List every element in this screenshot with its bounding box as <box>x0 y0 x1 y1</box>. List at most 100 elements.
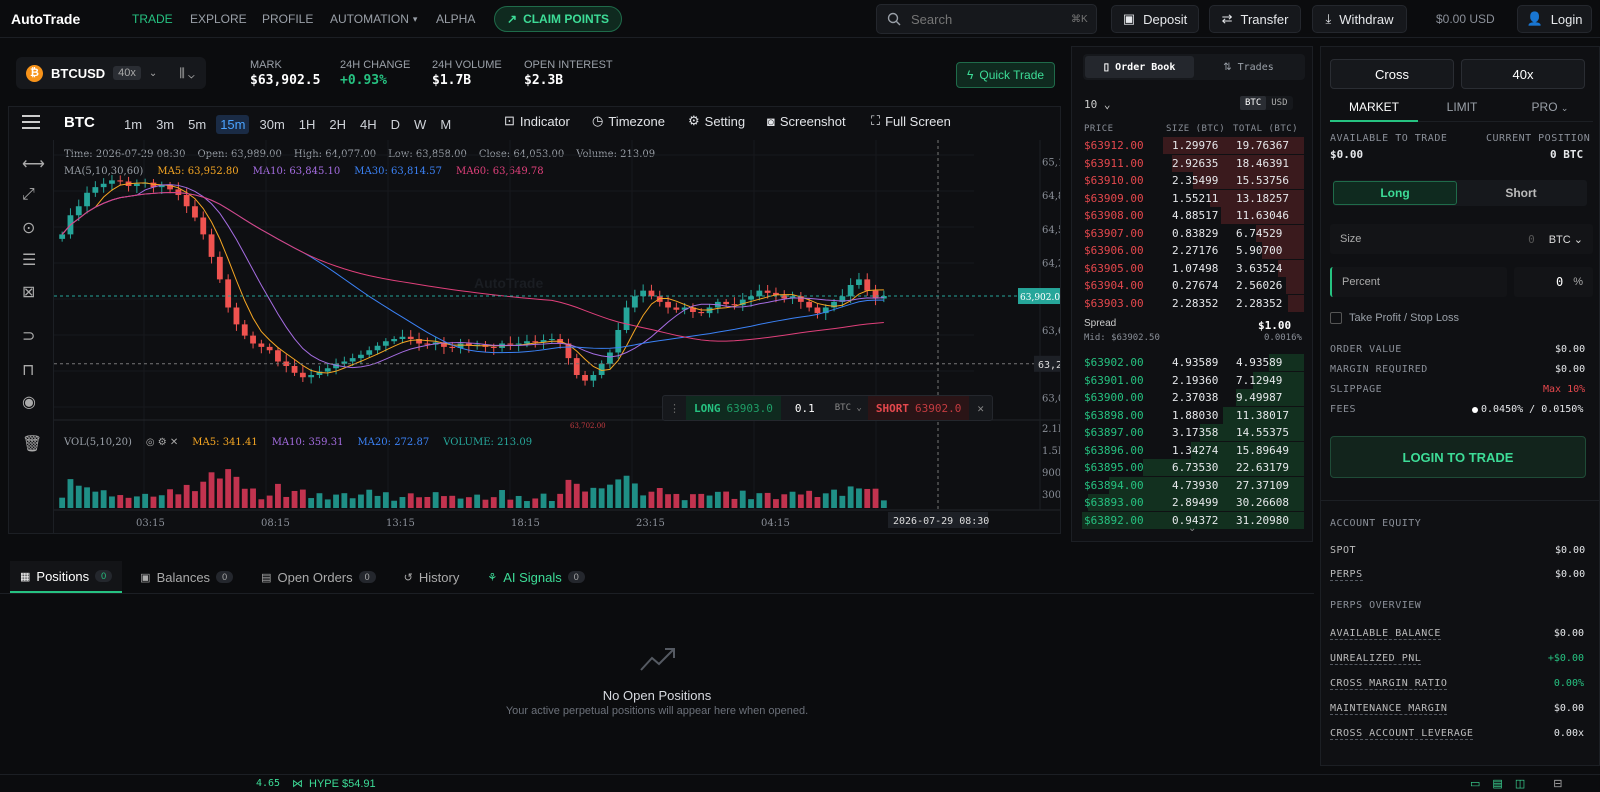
quick-long-button[interactable]: LONG 63903.0 <box>686 396 781 420</box>
timeframe-m[interactable]: M <box>436 115 455 134</box>
quick-trade-button[interactable]: ϟ Quick Trade <box>956 62 1056 88</box>
layout-1-icon[interactable]: ▭ <box>1470 777 1480 790</box>
indicator-button[interactable]: ⊡ Indicator <box>504 108 570 134</box>
quick-qty-input[interactable]: 0.1 <box>781 402 829 415</box>
account-row-label[interactable]: AVAILABLE BALANCE <box>1330 628 1441 640</box>
percent-input[interactable]: 0 % <box>1514 267 1593 297</box>
login-button[interactable]: 👤 Login <box>1517 5 1592 33</box>
unlock-icon[interactable]: ⊓ <box>22 360 34 380</box>
layout-3-icon[interactable]: ◫ <box>1515 777 1525 790</box>
tab-market[interactable]: MARKET <box>1330 100 1418 122</box>
tab-balances[interactable]: ▣ Balances 0 <box>130 561 243 593</box>
tab-open-orders[interactable]: ▤ Open Orders 0 <box>251 561 386 593</box>
chevron-down-icon[interactable]: ⌄ <box>1188 523 1196 534</box>
tab-limit[interactable]: LIMIT <box>1418 100 1506 114</box>
login-to-trade-button[interactable]: LOGIN TO TRADE <box>1330 436 1586 478</box>
volume-legend-icons[interactable]: ◎ ⚙ ✕ <box>146 437 178 448</box>
ask-row[interactable]: $63909.00 1.55211 13.18257 <box>1076 189 1304 207</box>
pattern-tool-icon[interactable]: ⊠ <box>22 282 35 302</box>
long-button[interactable]: Long <box>1333 181 1457 205</box>
bid-row[interactable]: $63894.00 4.73930 27.37109 <box>1076 476 1304 494</box>
eye-icon[interactable]: ◉ <box>22 392 36 412</box>
size-unit-select[interactable]: BTC ⌄ <box>1549 233 1583 246</box>
claim-points-button[interactable]: ↗ CLAIM POINTS <box>494 6 623 32</box>
ask-row[interactable]: $63910.00 2.35499 15.53756 <box>1076 172 1304 189</box>
ask-row[interactable]: $63906.00 2.27176 5.90700 <box>1076 242 1304 259</box>
tab-pro[interactable]: PRO ⌄ <box>1506 100 1594 114</box>
brand-logo[interactable]: AutoTrade <box>11 11 80 27</box>
timeframe-w[interactable]: W <box>410 115 430 134</box>
fibonacci-icon[interactable]: ☰ <box>22 250 36 270</box>
quick-short-button[interactable]: SHORT 63902.0 <box>867 396 970 420</box>
bid-row[interactable]: $63895.00 6.73530 22.63179 <box>1076 459 1304 476</box>
nav-trade[interactable]: TRADE <box>132 0 173 38</box>
bid-row[interactable]: $63893.00 2.89499 30.26608 <box>1076 494 1304 511</box>
horizontal-line-icon[interactable]: ⟷ <box>22 154 45 174</box>
fullscreen-button[interactable]: ⛶ Full Screen <box>871 108 951 134</box>
tab-trades[interactable]: ⇅ Trades <box>1194 56 1303 78</box>
ask-row[interactable]: $63911.00 2.92635 18.46391 <box>1076 154 1304 172</box>
bid-row[interactable]: $63901.00 2.19360 7.12949 <box>1076 371 1304 389</box>
circle-tool-icon[interactable]: ⊙ <box>22 218 35 238</box>
nav-automation[interactable]: AUTOMATION ▾ <box>330 0 417 38</box>
leverage-button[interactable]: 40x <box>1461 59 1585 89</box>
nav-alpha[interactable]: ALPHA <box>436 0 475 38</box>
quick-unit-select[interactable]: BTC ⌄ <box>829 403 868 413</box>
short-button[interactable]: Short <box>1457 181 1585 205</box>
size-input[interactable]: Size 0 BTC ⌄ <box>1330 224 1593 254</box>
layout-settings-icon[interactable]: ⊟ <box>1553 777 1562 790</box>
depth-select[interactable]: 10 ⌄ <box>1084 98 1111 111</box>
screenshot-button[interactable]: ◙ Screenshot <box>767 108 846 134</box>
layout-2-icon[interactable]: ▤ <box>1492 777 1502 790</box>
timeframe-30m[interactable]: 30m <box>255 115 288 134</box>
account-row-label[interactable]: CROSS ACCOUNT LEVERAGE <box>1330 728 1474 740</box>
unit-usd[interactable]: USD <box>1266 96 1292 110</box>
symbol-selector[interactable]: ₿ BTCUSD 40x ⌄ ⫼ ⌄ <box>16 57 206 89</box>
withdraw-button[interactable]: ⤓ Withdraw <box>1312 5 1407 33</box>
close-icon[interactable]: ✕ <box>969 402 992 415</box>
nav-explore[interactable]: EXPLORE <box>190 0 247 38</box>
tpsl-checkbox[interactable]: Take Profit / Stop Loss <box>1330 312 1459 324</box>
ask-row[interactable]: $63904.00 0.27674 2.56026 <box>1076 277 1304 294</box>
timezone-button[interactable]: ◷ Timezone <box>592 108 665 134</box>
search-box[interactable]: ⌘K <box>876 4 1097 34</box>
chart-type-icon[interactable]: ⫼ ⌄ <box>179 66 194 81</box>
account-row-label[interactable]: CROSS MARGIN RATIO <box>1330 678 1448 690</box>
tab-ai-signals[interactable]: ⚘ AI Signals 0 <box>477 561 594 593</box>
bid-row[interactable]: $63898.00 1.88030 11.38017 <box>1076 406 1304 424</box>
account-row-label[interactable]: MAINTENANCE MARGIN <box>1330 703 1448 715</box>
timeframe-d[interactable]: D <box>387 115 404 134</box>
ask-row[interactable]: $63903.00 2.28352 2.28352 <box>1076 294 1304 312</box>
ask-row[interactable]: $63912.00 1.29976 19.76367 <box>1076 137 1304 154</box>
timeframe-1m[interactable]: 1m <box>120 115 146 134</box>
ask-row[interactable]: $63907.00 0.83829 6.74529 <box>1076 224 1304 242</box>
price-chart[interactable]: 65,100.00 64,800.00 64,500.00 64,200.00 63,9… <box>54 140 1060 534</box>
bid-row[interactable]: $63900.00 2.37038 9.49987 <box>1076 389 1304 406</box>
nav-profile[interactable]: PROFILE <box>262 0 313 38</box>
percent-slider[interactable]: Percent <box>1330 267 1507 297</box>
drag-handle-icon[interactable]: ⋮ <box>663 402 686 415</box>
trend-line-icon[interactable]: ⤢ <box>22 186 35 204</box>
timeframe-3m[interactable]: 3m <box>152 115 178 134</box>
account-row-label[interactable]: UNREALIZED PNL <box>1330 653 1422 665</box>
bid-row[interactable]: $63902.00 4.93589 4.93589 <box>1076 354 1304 371</box>
timeframe-15m[interactable]: 15m <box>216 115 250 134</box>
transfer-button[interactable]: ⇄ Transfer <box>1209 5 1301 33</box>
setting-button[interactable]: ⚙ Setting <box>688 108 745 134</box>
ask-row[interactable]: $63908.00 4.88517 11.63046 <box>1076 207 1304 224</box>
trash-icon[interactable]: 🗑 <box>22 434 42 454</box>
timeframe-1h[interactable]: 1H <box>295 115 320 134</box>
bid-row[interactable]: $63897.00 3.17358 14.55375 <box>1076 424 1304 441</box>
tab-positions[interactable]: ▦ Positions 0 <box>10 561 123 593</box>
unit-btc[interactable]: BTC <box>1240 96 1267 110</box>
bid-row[interactable]: $63896.00 1.34274 15.89649 <box>1076 441 1304 459</box>
magnet-icon[interactable]: ⊃ <box>22 326 35 346</box>
timeframe-5m[interactable]: 5m <box>184 115 210 134</box>
timeframe-4h[interactable]: 4H <box>356 115 381 134</box>
ask-row[interactable]: $63905.00 1.07498 3.63524 <box>1076 259 1304 277</box>
tab-order-book[interactable]: ▯ Order Book <box>1085 56 1194 78</box>
search-input[interactable] <box>911 11 1061 27</box>
margin-mode-button[interactable]: Cross <box>1330 59 1454 89</box>
deposit-button[interactable]: ▣ Deposit <box>1111 5 1199 33</box>
timeframe-2h[interactable]: 2H <box>325 115 350 134</box>
